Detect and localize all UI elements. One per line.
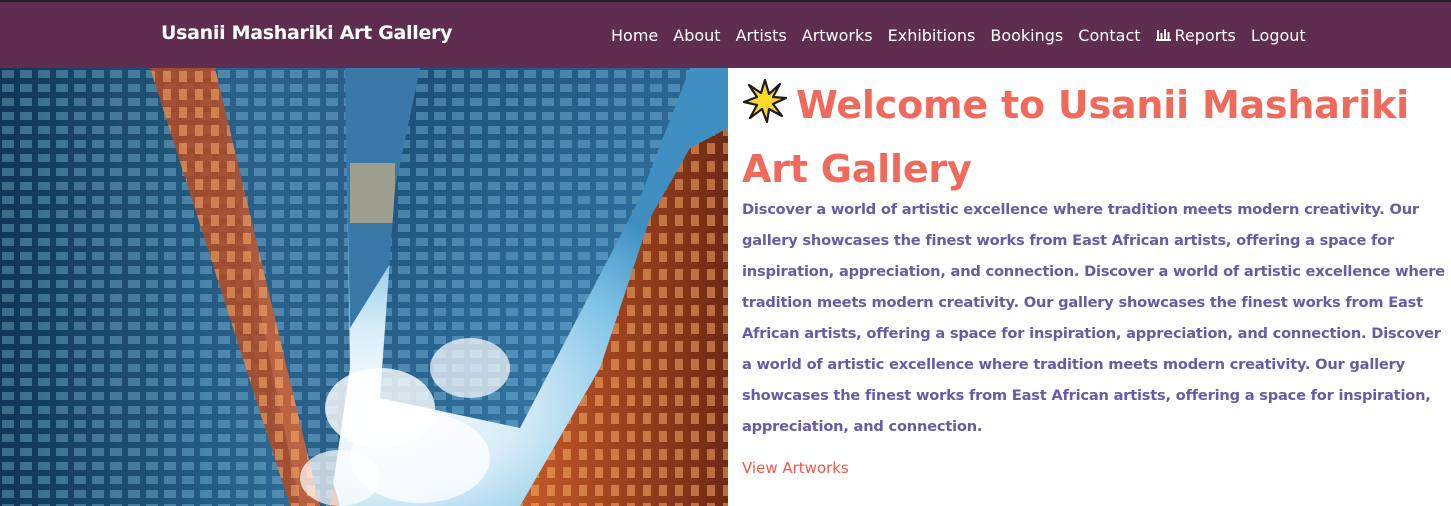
nav-link-bookings[interactable]: Bookings bbox=[990, 26, 1063, 45]
sparkle-star-icon bbox=[742, 78, 788, 140]
nav-link-artists[interactable]: Artists bbox=[736, 26, 787, 45]
nav-link-about[interactable]: About bbox=[673, 26, 720, 45]
hero-title: Welcome to Usanii Mashariki Art Gallery bbox=[742, 76, 1451, 198]
top-navbar: Usanii Mashariki Art Gallery Home About … bbox=[0, 0, 1451, 68]
bar-chart-icon bbox=[1155, 26, 1171, 45]
nav-link-reports[interactable]: Reports bbox=[1155, 26, 1236, 45]
nav-link-artworks[interactable]: Artworks bbox=[802, 26, 873, 45]
brand-logo-link[interactable]: Usanii Mashariki Art Gallery bbox=[161, 22, 453, 44]
nav-link-logout[interactable]: Logout bbox=[1251, 26, 1306, 45]
nav-link-contact[interactable]: Contact bbox=[1078, 26, 1140, 45]
hero-title-text: Welcome to Usanii Mashariki Art Gallery bbox=[742, 83, 1409, 191]
nav-link-home[interactable]: Home bbox=[611, 26, 658, 45]
nav-links: Home About Artists Artworks Exhibitions … bbox=[611, 26, 1321, 45]
view-artworks-link[interactable]: View Artworks bbox=[742, 459, 849, 477]
nav-link-exhibitions[interactable]: Exhibitions bbox=[888, 26, 976, 45]
hero-description: Discover a world of artistic excellence … bbox=[742, 201, 1445, 435]
hero-image bbox=[0, 68, 728, 506]
nav-link-reports-label: Reports bbox=[1174, 26, 1236, 45]
